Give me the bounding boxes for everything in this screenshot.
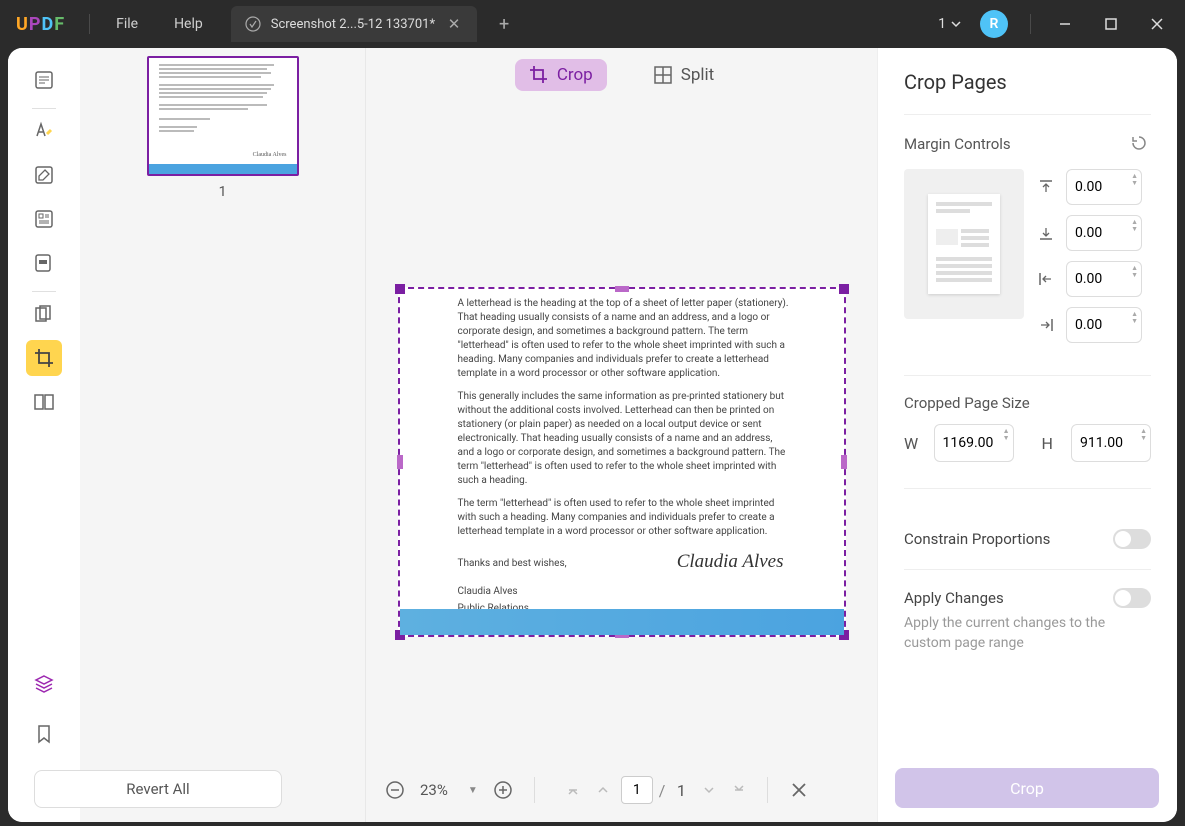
document-footer-bar: [400, 609, 844, 635]
sidebar-form-icon[interactable]: [26, 201, 62, 237]
width-label: W: [904, 434, 924, 453]
crop-handle-right[interactable]: [841, 455, 847, 469]
constrain-proportions-toggle[interactable]: [1113, 529, 1151, 549]
prev-page-button[interactable]: [591, 783, 615, 797]
thumbnail-page-number: 1: [219, 184, 227, 200]
total-pages: 1: [671, 781, 691, 800]
constrain-proportions-label: Constrain Proportions: [904, 530, 1050, 548]
height-label: H: [1042, 434, 1062, 453]
sidebar-bookmark-icon[interactable]: [26, 716, 62, 752]
margin-bottom-spinner[interactable]: ▲▼: [1131, 219, 1138, 233]
app-logo: UPDF: [0, 14, 81, 35]
tab-close-button[interactable]: ✕: [445, 15, 463, 33]
margin-left-spinner[interactable]: ▲▼: [1131, 265, 1138, 279]
split-mode-button[interactable]: Split: [639, 59, 728, 91]
margin-preview: [904, 169, 1024, 319]
close-tool-button[interactable]: [784, 775, 814, 805]
menu-file[interactable]: File: [98, 16, 156, 32]
sidebar-reader-icon[interactable]: [26, 62, 62, 98]
crop-handle-tl[interactable]: [395, 284, 405, 294]
menu-help[interactable]: Help: [156, 16, 221, 32]
first-page-button[interactable]: [561, 783, 585, 797]
crop-icon: [529, 65, 549, 85]
margin-right-icon: [1038, 317, 1058, 333]
next-page-button[interactable]: [697, 783, 721, 797]
tab-edit-icon: [245, 16, 261, 32]
margin-top-icon: [1038, 179, 1058, 195]
user-avatar[interactable]: R: [980, 10, 1008, 38]
sidebar-edit-icon[interactable]: [26, 157, 62, 193]
crop-selection-frame[interactable]: A letterhead is the heading at the top o…: [398, 287, 846, 637]
apply-changes-toggle[interactable]: [1113, 588, 1151, 608]
new-tab-button[interactable]: +: [489, 9, 519, 39]
panel-title: Crop Pages: [904, 70, 1151, 94]
sidebar-crop-icon[interactable]: [26, 340, 62, 376]
zoom-out-button[interactable]: [380, 775, 410, 805]
margin-top-spinner[interactable]: ▲▼: [1131, 173, 1138, 187]
page-thumbnail[interactable]: Claudia Alves: [147, 56, 299, 176]
margin-left-icon: [1038, 271, 1058, 287]
sidebar-redact-icon[interactable]: [26, 245, 62, 281]
reset-margins-button[interactable]: [1129, 133, 1151, 155]
document-content: A letterhead is the heading at the top o…: [458, 297, 790, 625]
margin-controls-label: Margin Controls: [904, 135, 1011, 153]
crop-handle-top[interactable]: [615, 286, 629, 292]
apply-changes-description: Apply the current changes to the custom …: [904, 614, 1151, 653]
sidebar-compare-icon[interactable]: [26, 384, 62, 420]
apply-changes-label: Apply Changes: [904, 589, 1004, 607]
crop-handle-left[interactable]: [397, 455, 403, 469]
document-signature: Claudia Alves: [677, 551, 784, 573]
crop-handle-tr[interactable]: [839, 284, 849, 294]
title-page-indicator[interactable]: 1: [938, 16, 962, 32]
cropped-size-label: Cropped Page Size: [904, 394, 1151, 412]
margin-bottom-icon: [1038, 225, 1058, 241]
crop-mode-button[interactable]: Crop: [515, 59, 607, 91]
page-number-input[interactable]: [621, 776, 653, 804]
zoom-in-button[interactable]: [488, 775, 518, 805]
minimize-button[interactable]: [1045, 4, 1085, 44]
crop-button[interactable]: Crop: [895, 768, 1159, 808]
close-window-button[interactable]: [1137, 4, 1177, 44]
height-spinner[interactable]: ▲▼: [1140, 428, 1147, 442]
revert-all-button[interactable]: Revert All: [34, 770, 282, 808]
sidebar-organize-icon[interactable]: [26, 296, 62, 332]
split-icon: [653, 65, 673, 85]
maximize-button[interactable]: [1091, 4, 1131, 44]
height-input[interactable]: [1071, 424, 1151, 462]
margin-right-spinner[interactable]: ▲▼: [1131, 311, 1138, 325]
last-page-button[interactable]: [727, 783, 751, 797]
zoom-level-dropdown[interactable]: 23% ▼: [420, 781, 478, 799]
sidebar-layers-icon[interactable]: [26, 666, 62, 702]
chevron-down-icon: [950, 18, 962, 30]
document-tab[interactable]: Screenshot 2...5-12 133701* ✕: [231, 6, 477, 42]
width-input[interactable]: [934, 424, 1014, 462]
width-spinner[interactable]: ▲▼: [1003, 428, 1010, 442]
sidebar-comment-icon[interactable]: [26, 113, 62, 149]
tab-title: Screenshot 2...5-12 133701*: [271, 17, 435, 32]
